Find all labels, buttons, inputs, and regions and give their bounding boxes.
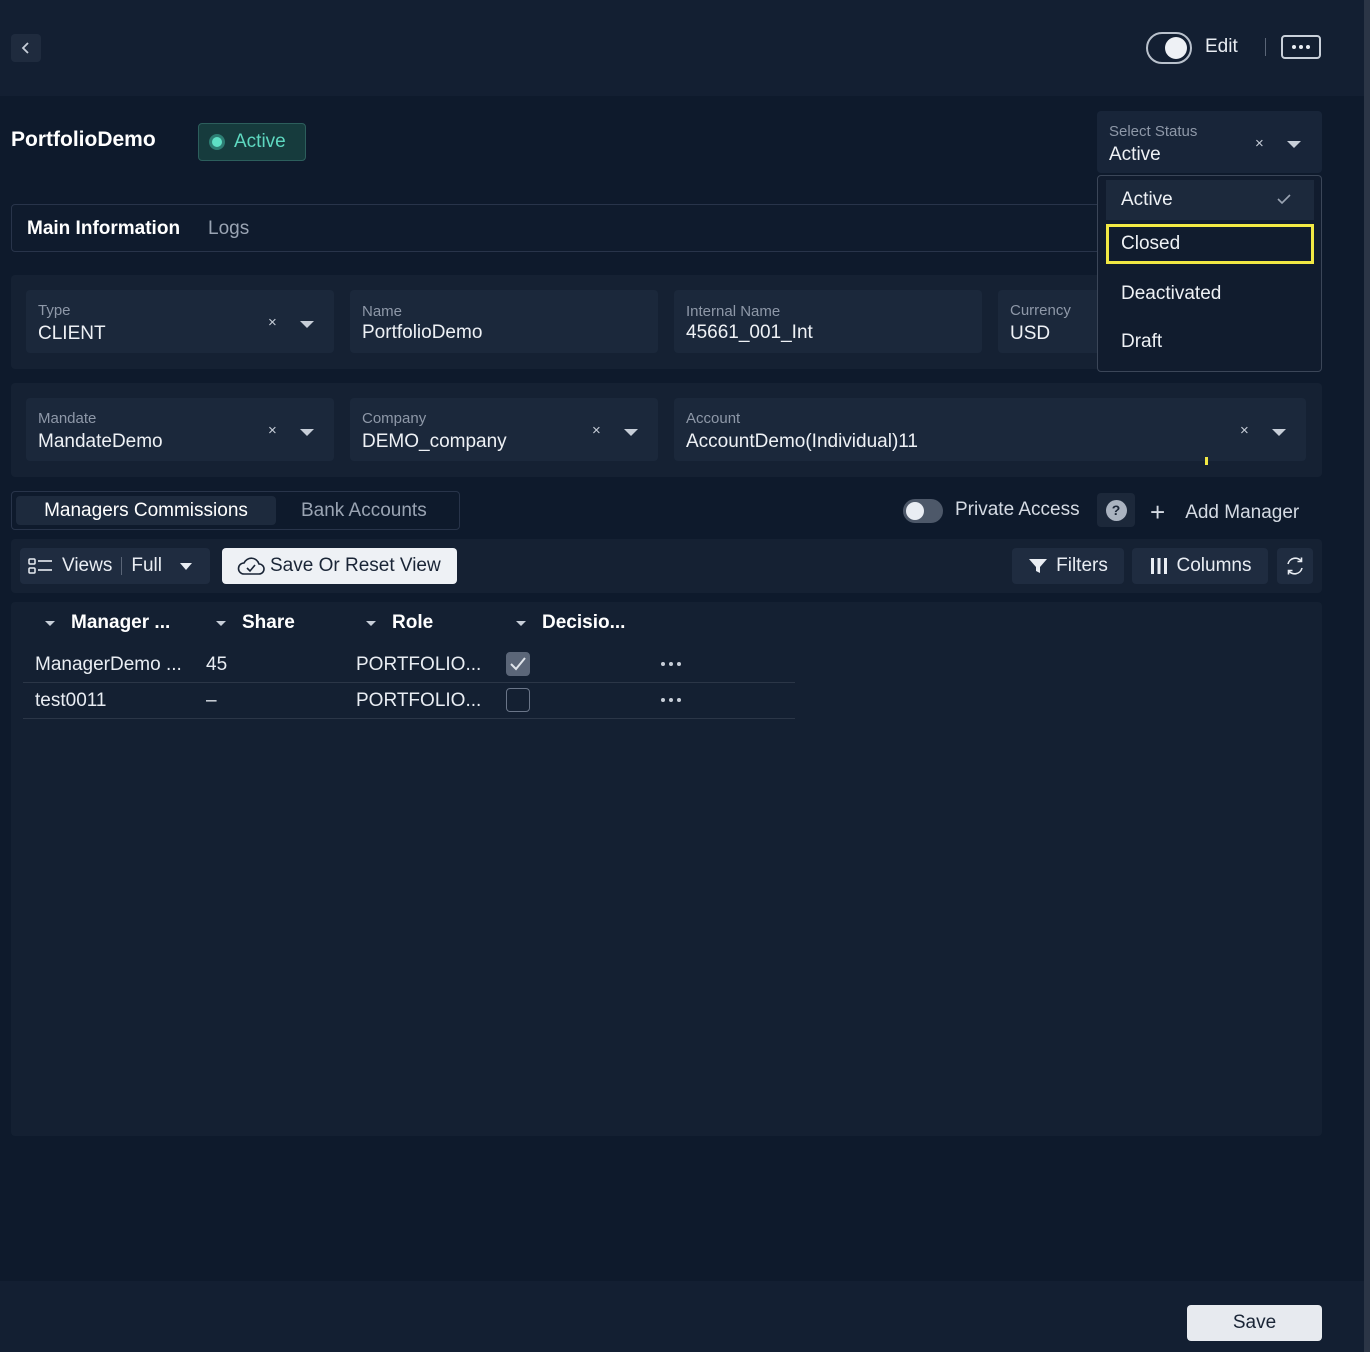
filters-label: Filters bbox=[1056, 555, 1108, 576]
top-bar: Edit bbox=[0, 0, 1364, 96]
caret-down-icon bbox=[216, 620, 226, 626]
views-divider bbox=[121, 557, 123, 575]
views-value: Full bbox=[131, 555, 162, 576]
funnel-icon bbox=[1029, 559, 1048, 573]
save-or-reset-view-button[interactable]: Save Or Reset View bbox=[222, 548, 457, 584]
footer-bar: Save bbox=[0, 1281, 1364, 1352]
add-manager-label: Add Manager bbox=[1185, 501, 1300, 523]
caret-down-icon bbox=[45, 620, 55, 626]
row-actions-icon[interactable] bbox=[661, 662, 681, 666]
status-option-deactivated[interactable]: Deactivated bbox=[1106, 274, 1314, 314]
views-button[interactable]: Views Full bbox=[20, 548, 210, 584]
more-options-button[interactable] bbox=[1281, 35, 1321, 59]
caret-down-icon bbox=[179, 562, 192, 570]
status-option-active[interactable]: Active bbox=[1106, 180, 1314, 220]
tab-managers-commissions[interactable]: Managers Commissions bbox=[16, 496, 276, 525]
columns-button[interactable]: Columns bbox=[1132, 548, 1268, 584]
page-title: PortfolioDemo bbox=[11, 128, 156, 151]
chevron-left-icon bbox=[21, 42, 29, 54]
status-option-draft[interactable]: Draft bbox=[1106, 322, 1314, 362]
save-button[interactable]: Save bbox=[1187, 1305, 1322, 1341]
plus-icon: + bbox=[1150, 497, 1166, 527]
caret-down-icon bbox=[366, 620, 376, 626]
cell-manager: test0011 bbox=[35, 690, 107, 711]
cell-role: PORTFOLIO... bbox=[356, 690, 482, 711]
tab-main-information[interactable]: Main Information bbox=[27, 218, 180, 240]
cell-role: PORTFOLIO... bbox=[356, 654, 482, 675]
private-access-toggle[interactable] bbox=[903, 499, 943, 523]
close-icon[interactable]: × bbox=[1240, 422, 1249, 439]
help-button[interactable]: ? bbox=[1097, 493, 1135, 527]
decision-checkbox[interactable] bbox=[506, 688, 530, 712]
managers-grid: Manager ... Share Role Decisio... Manage… bbox=[11, 602, 1322, 1136]
header-divider bbox=[1265, 38, 1266, 56]
mandate-field[interactable]: Mandate MandateDemo × bbox=[26, 398, 334, 461]
caret-down-icon[interactable] bbox=[300, 321, 314, 328]
status-dropdown-menu: Active Closed Deactivated Draft bbox=[1097, 175, 1322, 372]
internal-name-field[interactable]: Internal Name 45661_001_Int bbox=[674, 290, 982, 353]
status-option-closed[interactable]: Closed bbox=[1106, 224, 1314, 264]
table-row[interactable]: test0011 – PORTFOLIO... bbox=[23, 683, 795, 719]
table-row[interactable]: ManagerDemo ... 45 PORTFOLIO... bbox=[23, 647, 795, 683]
close-icon[interactable]: × bbox=[1255, 135, 1264, 152]
close-icon[interactable]: × bbox=[592, 422, 601, 439]
column-header-share[interactable]: Share bbox=[216, 612, 295, 634]
ellipsis-icon bbox=[1292, 45, 1296, 49]
cloud-check-icon bbox=[237, 557, 265, 575]
columns-icon bbox=[1150, 558, 1167, 574]
caret-down-icon bbox=[516, 620, 526, 626]
status-badge-label: Active bbox=[234, 131, 286, 152]
select-status-field[interactable]: Select Status Active × bbox=[1097, 111, 1322, 173]
tab-bank-accounts[interactable]: Bank Accounts bbox=[301, 500, 427, 522]
status-badge: Active bbox=[198, 123, 306, 161]
views-label: Views bbox=[62, 555, 113, 576]
column-header-manager[interactable]: Manager ... bbox=[45, 612, 170, 634]
fields-row-2: Mandate MandateDemo × Company DEMO_compa… bbox=[11, 383, 1322, 477]
page-scrollbar[interactable] bbox=[1364, 0, 1370, 1352]
row-actions-icon[interactable] bbox=[661, 698, 681, 702]
type-field[interactable]: Type CLIENT × bbox=[26, 290, 334, 353]
columns-label: Columns bbox=[1176, 555, 1252, 576]
back-button[interactable] bbox=[11, 34, 41, 62]
toggle-knob bbox=[906, 502, 924, 520]
select-status-label: Select Status bbox=[1109, 123, 1198, 140]
check-icon bbox=[1277, 194, 1291, 205]
refresh-button[interactable] bbox=[1277, 548, 1313, 584]
select-status-value: Active bbox=[1109, 144, 1161, 165]
column-header-role[interactable]: Role bbox=[366, 612, 433, 634]
tab-logs[interactable]: Logs bbox=[208, 218, 249, 240]
edit-toggle[interactable] bbox=[1146, 32, 1192, 64]
cell-manager: ManagerDemo ... bbox=[35, 654, 182, 675]
toggle-knob bbox=[1165, 37, 1187, 59]
sub-tabs: Managers Commissions Bank Accounts bbox=[11, 491, 460, 530]
list-icon bbox=[28, 558, 52, 574]
text-cursor bbox=[1205, 457, 1208, 465]
private-access-label: Private Access bbox=[955, 499, 1080, 520]
column-header-decision[interactable]: Decisio... bbox=[516, 612, 625, 634]
caret-down-icon[interactable] bbox=[300, 429, 314, 436]
caret-down-icon[interactable] bbox=[624, 429, 638, 436]
grid-toolbar: Views Full Save Or Reset View Filters Co… bbox=[11, 539, 1322, 593]
question-icon: ? bbox=[1105, 499, 1127, 521]
account-field[interactable]: Account AccountDemo(Individual)11 × bbox=[674, 398, 1306, 461]
close-icon[interactable]: × bbox=[268, 314, 277, 331]
cell-share: 45 bbox=[206, 654, 228, 675]
caret-down-icon[interactable] bbox=[1272, 429, 1286, 436]
decision-checkbox[interactable] bbox=[506, 652, 530, 676]
check-icon bbox=[510, 657, 526, 671]
save-or-reset-view-label: Save Or Reset View bbox=[270, 555, 441, 576]
status-dot-icon bbox=[209, 134, 225, 150]
refresh-icon bbox=[1287, 557, 1303, 575]
caret-down-icon[interactable] bbox=[1287, 141, 1301, 148]
company-field[interactable]: Company DEMO_company × bbox=[350, 398, 658, 461]
add-manager-button[interactable]: + Add Manager bbox=[1150, 497, 1299, 528]
edit-label: Edit bbox=[1205, 36, 1238, 57]
close-icon[interactable]: × bbox=[268, 422, 277, 439]
name-field[interactable]: Name PortfolioDemo bbox=[350, 290, 658, 353]
filters-button[interactable]: Filters bbox=[1012, 548, 1124, 584]
cell-share: – bbox=[206, 690, 217, 711]
